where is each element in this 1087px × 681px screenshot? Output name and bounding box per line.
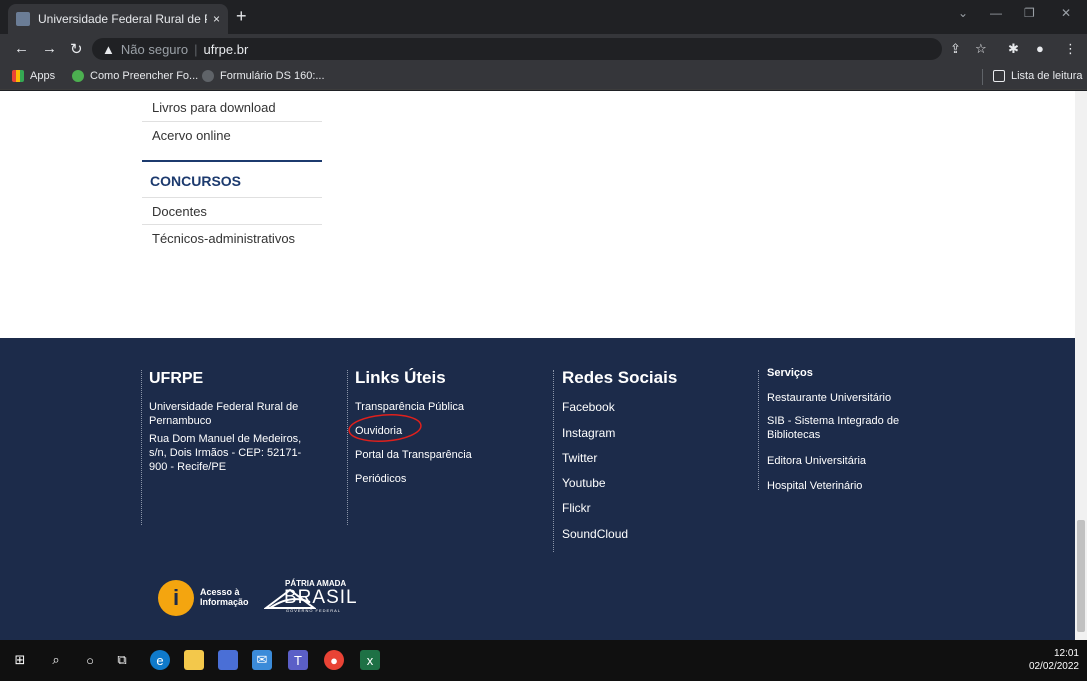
address-bar[interactable]: ▲ Não seguro | ufrpe.br xyxy=(92,38,942,60)
site-icon xyxy=(72,70,84,82)
redes-sociais-heading: Redes Sociais xyxy=(562,368,678,387)
reload-icon[interactable]: ↻ xyxy=(70,40,83,58)
security-label[interactable]: Não seguro xyxy=(121,42,188,57)
bookmark-label: Apps xyxy=(30,70,56,82)
search-icon[interactable]: ⌕ xyxy=(46,650,66,670)
divider xyxy=(142,197,322,198)
column-divider xyxy=(347,370,348,525)
link-periodicos[interactable]: Periódicos xyxy=(355,472,406,486)
bookmark-label: Como Preencher Fo... xyxy=(90,70,199,82)
brasil-text: BRASIL xyxy=(284,587,358,608)
forward-icon[interactable]: → xyxy=(42,40,57,57)
browser-toolbar: ← → ↻ ▲ Não seguro | ufrpe.br ⇪ ☆ ✱ ● ⋮ xyxy=(0,34,1087,64)
reading-list-button[interactable]: Lista de leitura xyxy=(993,70,1083,82)
windows-start-icon[interactable]: ⊞ xyxy=(10,650,30,670)
link-hospital-veterinario[interactable]: Hospital Veterinário xyxy=(767,479,862,493)
omnibox-separator: | xyxy=(194,41,198,57)
cortana-icon[interactable]: ○ xyxy=(80,650,100,670)
excel-icon[interactable]: x xyxy=(360,650,380,670)
edge-icon[interactable]: e xyxy=(150,650,170,670)
tab-search-icon[interactable]: ⌄ xyxy=(958,6,968,20)
tab-strip: Universidade Federal Rural de Pe × + ⌄ —… xyxy=(0,0,1087,34)
file-explorer-icon[interactable] xyxy=(184,650,204,670)
servicos-heading: Serviços xyxy=(767,367,813,379)
clock-date: 02/02/2022 xyxy=(1028,661,1079,672)
store-icon[interactable] xyxy=(218,650,238,670)
site-footer: UFRPE Universidade Federal Rural de Pern… xyxy=(0,338,1075,640)
tab-title: Universidade Federal Rural de Pe xyxy=(38,12,207,26)
link-restaurante-universitario[interactable]: Restaurante Universitário xyxy=(767,391,891,405)
clock-time: 12:01 xyxy=(1053,648,1079,659)
bookmark-label: Formulário DS 160:... xyxy=(220,70,325,82)
links-uteis-heading: Links Úteis xyxy=(355,368,446,387)
divider xyxy=(142,121,322,122)
column-divider xyxy=(141,370,142,525)
tab-close-icon[interactable]: × xyxy=(213,12,220,26)
restore-icon[interactable]: ❐ xyxy=(1024,6,1035,20)
site-icon xyxy=(202,70,214,82)
governo-federal-text: GOVERNO FEDERAL xyxy=(286,608,342,613)
acesso-line1: Acesso à xyxy=(200,587,240,597)
link-flickr[interactable]: Flickr xyxy=(562,501,591,515)
bookmark-apps[interactable]: Apps xyxy=(12,70,55,82)
divider xyxy=(142,224,322,225)
bookmarks-divider xyxy=(982,69,983,85)
section-top-rule xyxy=(142,160,322,162)
system-clock[interactable]: 12:01 02/02/2022 xyxy=(1029,647,1079,673)
extensions-icon[interactable]: ✱ xyxy=(1008,41,1019,57)
link-instagram[interactable]: Instagram xyxy=(562,426,615,440)
web-page: Livros para download Acervo online CONCU… xyxy=(0,91,1075,640)
ufrpe-heading: UFRPE xyxy=(149,370,204,387)
link-twitter[interactable]: Twitter xyxy=(562,451,597,465)
warning-icon[interactable]: ▲ xyxy=(102,42,115,57)
menu-icon[interactable]: ⋮ xyxy=(1064,41,1077,57)
link-acervo-online[interactable]: Acervo online xyxy=(152,128,231,143)
close-window-icon[interactable]: ✕ xyxy=(1061,6,1071,20)
chrome-icon[interactable]: ● xyxy=(324,650,344,670)
bookmark-como-preencher[interactable]: Como Preencher Fo... xyxy=(72,70,198,82)
ufrpe-favicon xyxy=(16,12,30,26)
link-soundcloud[interactable]: SoundCloud xyxy=(562,527,628,541)
column-divider xyxy=(758,370,759,490)
link-livros-download[interactable]: Livros para download xyxy=(152,100,276,115)
task-view-icon[interactable]: ⧉ xyxy=(112,650,132,670)
bookmark-star-icon[interactable]: ☆ xyxy=(975,41,987,57)
back-icon[interactable]: ← xyxy=(14,40,29,57)
column-divider xyxy=(553,370,554,552)
mail-icon[interactable]: ✉ xyxy=(252,650,272,670)
acesso-informacao-icon[interactable]: i xyxy=(158,580,194,616)
active-tab[interactable]: Universidade Federal Rural de Pe × xyxy=(8,4,228,34)
ufrpe-name: Universidade Federal Rural de Pernambuco xyxy=(149,401,299,427)
reading-list-icon xyxy=(993,70,1005,82)
new-tab-button[interactable]: + xyxy=(236,6,247,27)
link-tecnicos-administrativos[interactable]: Técnicos-administrativos xyxy=(152,231,295,246)
reading-list-label: Lista de leitura xyxy=(1011,70,1083,82)
bookmarks-bar: Apps Como Preencher Fo... Formulário DS … xyxy=(0,64,1087,90)
link-docentes[interactable]: Docentes xyxy=(152,204,207,219)
red-circle-annotation xyxy=(348,414,422,442)
profile-icon[interactable]: ● xyxy=(1036,41,1044,56)
link-facebook[interactable]: Facebook xyxy=(562,400,615,414)
url-text[interactable]: ufrpe.br xyxy=(203,42,248,57)
bookmark-formulario[interactable]: Formulário DS 160:... xyxy=(202,70,325,82)
concursos-heading: CONCURSOS xyxy=(150,173,242,189)
apps-grid-icon xyxy=(12,70,24,82)
minimize-icon[interactable]: — xyxy=(990,6,1002,20)
link-editora-universitaria[interactable]: Editora Universitária xyxy=(767,454,866,468)
ufrpe-address: Rua Dom Manuel de Medeiros, s/n, Dois Ir… xyxy=(149,433,302,473)
acesso-line2: Informação xyxy=(200,597,249,607)
scrollbar-thumb[interactable] xyxy=(1077,520,1085,632)
link-youtube[interactable]: Youtube xyxy=(562,476,606,490)
link-sib[interactable]: SIB - Sistema Integrado de Bibliotecas xyxy=(767,414,917,442)
link-portal-transparencia[interactable]: Portal da Transparência xyxy=(355,448,472,462)
windows-taskbar: ⊞ ⌕ ○ ⧉ e ✉ T ● x 12:01 02/02/2022 xyxy=(0,640,1087,681)
teams-icon[interactable]: T xyxy=(288,650,308,670)
share-icon[interactable]: ⇪ xyxy=(950,41,961,57)
